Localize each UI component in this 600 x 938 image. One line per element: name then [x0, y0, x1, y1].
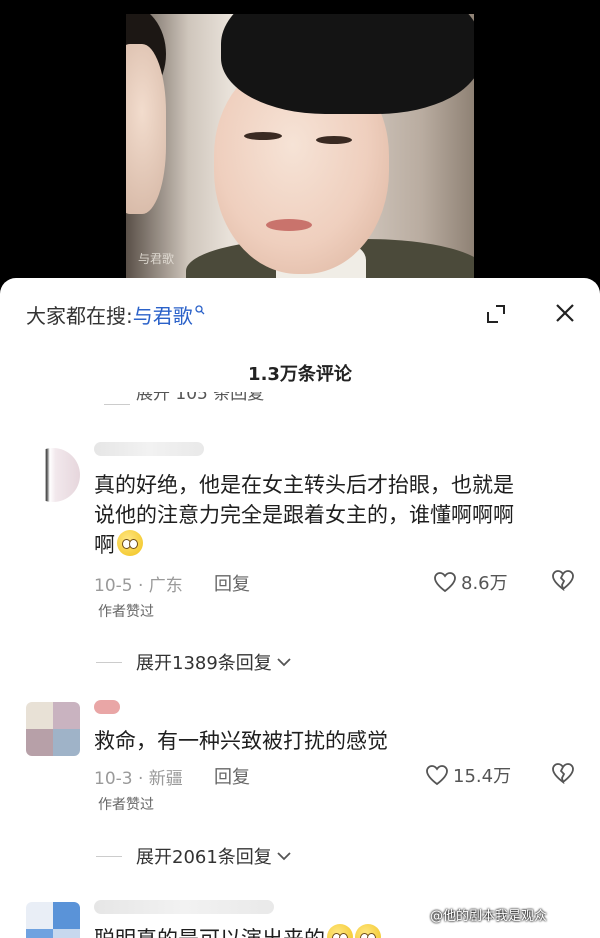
lips — [266, 219, 312, 231]
comment-count: 1.3万条评论 — [248, 364, 352, 385]
like-button[interactable]: 15.4万 — [425, 762, 511, 788]
black-hat — [221, 14, 474, 114]
woman-face — [126, 44, 166, 214]
search-keyword[interactable]: 与君歌 — [133, 300, 193, 329]
expand-replies-button[interactable]: 展开2061条回复 — [136, 843, 292, 869]
expand-replies-button-cut[interactable]: 展开 105 条回复 — [136, 392, 264, 408]
pleading-face-emoji-icon — [117, 530, 143, 556]
expand-replies-button[interactable]: 展开1389条回复 — [136, 649, 292, 675]
avatar[interactable] — [26, 902, 80, 938]
broken-heart-icon — [552, 763, 574, 785]
comment-line: 救命，有一种兴致被打扰的感觉 — [94, 729, 388, 753]
avatar[interactable] — [26, 702, 80, 756]
dislike-button[interactable] — [551, 762, 575, 788]
dislike-button[interactable] — [551, 569, 575, 595]
reply-divider — [104, 404, 130, 405]
like-count: 8.6万 — [461, 573, 508, 594]
heart-icon — [426, 765, 448, 786]
site-watermark: @他的剧本我是观众 — [430, 909, 548, 924]
right-eye — [316, 136, 352, 144]
author-liked-badge: 作者赞过 — [98, 604, 154, 620]
comment-line: 说他的注意力完全是跟着女主的，谁懂啊啊啊 — [94, 503, 514, 527]
username-blurred[interactable] — [94, 700, 120, 714]
pleading-face-emoji-icon — [355, 924, 381, 938]
expand-icon[interactable] — [484, 302, 508, 326]
video-signature: 与君歌 — [138, 252, 175, 266]
heart-icon — [434, 572, 456, 593]
broken-heart-icon — [552, 570, 574, 592]
video-player[interactable]: 与君歌 — [0, 0, 600, 300]
pleading-face-emoji-icon — [327, 924, 353, 938]
close-icon[interactable] — [552, 300, 578, 326]
author-liked-badge: 作者赞过 — [98, 797, 154, 813]
comment-line: 聪明真的是可以演出来的 — [94, 927, 325, 938]
like-button[interactable]: 8.6万 — [433, 569, 508, 595]
comment-meta: 10-3 · 新疆 — [94, 769, 183, 789]
expand-replies-label: 展开1389条回复 — [136, 653, 272, 674]
comment-text: 真的好绝，他是在女主转头后才抬眼，也就是 说他的注意力完全是跟着女主的，谁懂啊啊… — [94, 470, 564, 560]
search-suggestion[interactable]: 大家都在搜: 与君歌 — [26, 300, 205, 329]
expand-replies-label: 展开2061条回复 — [136, 847, 272, 868]
reply-button[interactable]: 回复 — [214, 763, 250, 789]
username-blurred[interactable] — [94, 442, 204, 456]
avatar[interactable] — [26, 448, 80, 502]
like-count: 15.4万 — [453, 766, 512, 787]
comment-line: 啊 — [94, 533, 115, 557]
chevron-down-icon — [277, 658, 291, 667]
video-frame: 与君歌 — [126, 14, 474, 286]
reply-divider — [96, 856, 122, 857]
reply-button[interactable]: 回复 — [214, 570, 250, 596]
comment-text: 救命，有一种兴致被打扰的感觉 — [94, 726, 564, 756]
chevron-down-icon — [277, 852, 291, 861]
comment-panel: 大家都在搜: 与君歌 1.3万条评论 展开 105 条回复 真的好绝，他是在女主… — [0, 278, 600, 938]
search-icon — [195, 304, 205, 318]
reply-divider — [96, 662, 122, 663]
search-prefix: 大家都在搜: — [26, 304, 133, 328]
comment-line: 真的好绝，他是在女主转头后才抬眼，也就是 — [94, 473, 514, 497]
left-eye — [244, 132, 282, 140]
comment-meta: 10-5 · 广东 — [94, 576, 183, 596]
comment-text: 聪明真的是可以演出来的 — [94, 924, 564, 938]
username-blurred[interactable] — [94, 900, 274, 914]
